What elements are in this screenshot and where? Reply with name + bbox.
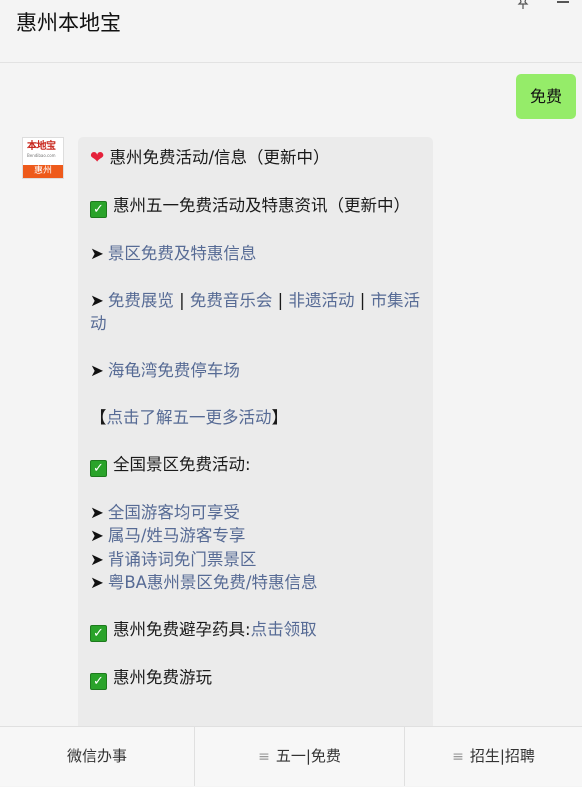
- menu-label: 五一|免费: [275, 747, 341, 765]
- arrow-icon: ➤: [90, 290, 104, 310]
- arrow-icon: ➤: [90, 502, 104, 522]
- chat-header: 惠州本地宝: [0, 0, 582, 63]
- avatar-logo-area: 本地宝 Bendibao.com: [23, 138, 63, 165]
- link-heritage[interactable]: 非遗活动: [288, 291, 354, 310]
- link-horse-tourists[interactable]: 属马/姓马游客专享: [108, 526, 246, 545]
- arrow-icon: ➤: [90, 549, 104, 569]
- avatar-city: 惠州: [23, 165, 63, 178]
- link-scenic-free[interactable]: 景区免费及特惠信息: [108, 244, 257, 263]
- chat-area[interactable]: 免费 本地宝 Bendibao.com 惠州 ❤ 惠州免费活动/信息（更新中） …: [0, 63, 582, 726]
- link-free-exhibition[interactable]: 免费展览: [108, 291, 174, 310]
- menu-label: 微信办事: [66, 747, 127, 765]
- menu-wechat-services[interactable]: 微信办事: [0, 727, 194, 786]
- list-icon: ≡: [452, 749, 464, 765]
- separator: |: [277, 290, 284, 310]
- reply-message-bubble: ❤ 惠州免费活动/信息（更新中） ✓ 惠州五一免费活动及特惠资讯（更新中） ➤ 景区…: [78, 137, 433, 726]
- chat-title: 惠州本地宝: [16, 11, 121, 35]
- arrow-icon: ➤: [90, 573, 104, 592]
- my-message-bubble[interactable]: 免费: [516, 74, 576, 119]
- avatar[interactable]: 本地宝 Bendibao.com 惠州: [22, 137, 64, 179]
- check-icon: ✓: [90, 672, 107, 690]
- link-parking[interactable]: 海龟湾免费停车场: [108, 361, 240, 380]
- arrow-icon: ➤: [90, 243, 104, 263]
- arrow-icon: ➤: [90, 526, 104, 545]
- bracket-open: 【: [90, 408, 107, 427]
- reply-line: 惠州免费避孕药具:: [113, 620, 251, 639]
- link-all-tourists[interactable]: 全国游客均可享受: [108, 503, 240, 522]
- menu-enroll-jobs[interactable]: ≡ 招生|招聘: [405, 727, 582, 786]
- link-claim[interactable]: 点击领取: [251, 620, 317, 639]
- list-icon: ≡: [258, 749, 270, 765]
- reply-line: 惠州五一免费活动及特惠资讯（更新中）: [113, 196, 410, 215]
- pin-icon[interactable]: [516, 0, 530, 10]
- separator: |: [179, 290, 185, 310]
- check-icon: ✓: [90, 201, 107, 218]
- arrow-icon: ➤: [90, 361, 104, 380]
- reply-line: 全国景区免费活动:: [113, 455, 251, 474]
- separator: |: [359, 290, 366, 310]
- heart-icon: ❤: [90, 148, 105, 168]
- bottom-menu: 微信办事 ≡ 五一|免费 ≡ 招生|招聘: [0, 726, 582, 786]
- menu-label: 招生|招聘: [469, 747, 535, 765]
- check-icon: ✓: [90, 625, 107, 642]
- reply-line: 惠州免费活动/信息（更新中）: [109, 148, 330, 167]
- reply-line: 惠州免费游玩: [113, 667, 212, 687]
- check-icon: ✓: [90, 460, 107, 477]
- link-yueba[interactable]: 粤BA惠州景区免费/特惠信息: [108, 573, 318, 592]
- link-more-activities[interactable]: 点击了解五一更多活动: [107, 408, 272, 427]
- avatar-subtext: Bendibao.com: [27, 153, 56, 158]
- reply-content: ❤ 惠州免费活动/信息（更新中） ✓ 惠州五一免费活动及特惠资讯（更新中） ➤ 景区…: [90, 146, 420, 713]
- link-poetry-free[interactable]: 背诵诗词免门票景区: [108, 550, 257, 569]
- avatar-logo: 本地宝: [27, 141, 56, 152]
- bracket-close: 】: [271, 408, 289, 427]
- link-free-concert[interactable]: 免费音乐会: [190, 291, 273, 310]
- menu-mayday-free[interactable]: ≡ 五一|免费: [195, 727, 404, 786]
- minimize-icon[interactable]: [557, 1, 569, 3]
